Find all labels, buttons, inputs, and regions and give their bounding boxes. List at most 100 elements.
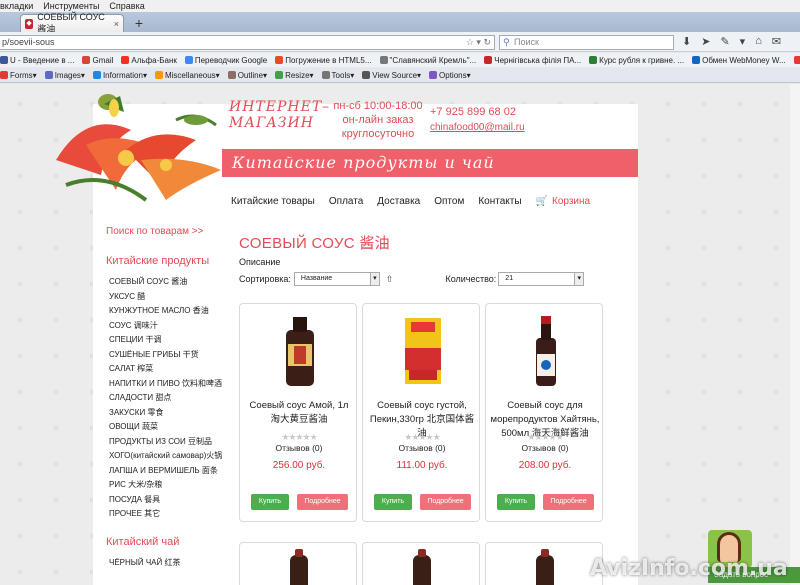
bookmark-item[interactable]: Курс рубля к гривне. ...	[589, 56, 684, 65]
email-link[interactable]: chinafood00@mail.ru	[430, 122, 525, 133]
sidebar-search-link[interactable]: Поиск по товарам >>	[106, 226, 231, 237]
rating-stars: ★★★★★	[404, 432, 440, 442]
bookmark-item[interactable]: Погружение в HTML5...	[275, 55, 372, 65]
tools-icon[interactable]: ✎	[720, 35, 729, 48]
toolbar-menu[interactable]: Information▾	[92, 70, 147, 80]
bookmark-item[interactable]: Альфа-Банк	[121, 56, 177, 65]
sort-select[interactable]: Название ▾	[293, 272, 380, 286]
sidebar-category-link[interactable]: СОУС 调味汁	[109, 319, 231, 334]
sidebar-category-link[interactable]: ПРОЧЕЕ 其它	[109, 507, 231, 522]
reload-icon[interactable]: ☆ ▾ ↻	[466, 36, 491, 49]
product-price: 111.00 руб.	[396, 460, 448, 471]
bookmark-item[interactable]: "Славянский Кремль"...	[379, 56, 476, 65]
nav-chinese-goods[interactable]: Китайские товары	[231, 196, 315, 207]
bookmark-label: Чернігівська філія ПА...	[494, 55, 582, 65]
sidebar-category-link[interactable]: СЛАДОСТИ 甜点	[109, 391, 231, 406]
sidebar-category-link[interactable]: СПЕЦИИ 干调	[109, 333, 231, 348]
buy-button[interactable]: Купить	[497, 494, 535, 510]
bookmark-label: Погружение в HTML5...	[285, 55, 372, 65]
bookmark-favicon-icon	[275, 56, 284, 64]
flower-logo-icon	[56, 94, 221, 202]
nav-contacts[interactable]: Контакты	[478, 196, 521, 207]
toolbar-menu[interactable]: Options▾	[429, 71, 471, 80]
cart-link[interactable]: 🛒 Корзина	[536, 196, 591, 207]
bookmark-item[interactable]: Артроз коленных сус...	[793, 56, 800, 65]
hours-line3: круглосуточно	[341, 128, 415, 140]
sidebar-tea-list: ЧЁРНЫЙ ЧАЙ 红茶	[106, 556, 231, 571]
menu-tabs[interactable]: вкладки	[0, 1, 33, 11]
sidebar-category-link[interactable]: СУШЁНЫЕ ГРИБЫ 干货	[109, 348, 231, 363]
reviews-count[interactable]: Отзывов (0)	[486, 443, 604, 453]
scrollbar[interactable]	[790, 84, 800, 585]
toolbar-icon	[362, 71, 371, 79]
sidebar-category-link[interactable]: ХОГО(китайский самовар)火锅	[109, 449, 231, 464]
sync-icon[interactable]: ✉	[772, 35, 781, 48]
toolbar-label: Miscellaneous▾	[164, 70, 220, 80]
sidebar-category-link[interactable]: ЗАКУСКИ 零食	[109, 406, 231, 421]
toolbar-menu[interactable]: Forms▾	[0, 71, 37, 80]
reviews-count[interactable]: Отзывов (0)	[240, 443, 358, 453]
sort-direction-icon[interactable]: ⇧	[386, 274, 394, 285]
toolbar-menu[interactable]: Resize▾	[275, 71, 314, 80]
sidebar-category-link[interactable]: ЛАПША И ВЕРМИШЕЛЬ 面条	[109, 464, 231, 479]
sidebar-category-link[interactable]: ПРОДУКТЫ ИЗ СОИ 豆制品	[109, 435, 231, 450]
send-icon[interactable]: ➤	[701, 35, 710, 48]
bookmark-item[interactable]: Переводчик Google	[184, 55, 268, 65]
search-input[interactable]: ⚲ Поиск	[499, 35, 674, 50]
details-button[interactable]: Подробнее	[543, 494, 594, 510]
url-bar[interactable]: p/soevii-sous ☆ ▾ ↻	[0, 35, 495, 50]
details-button[interactable]: Подробнее	[420, 494, 471, 510]
nav-wholesale[interactable]: Оптом	[434, 196, 464, 207]
menu-tools[interactable]: Инструменты	[43, 1, 99, 11]
description-link[interactable]: Описание	[239, 257, 280, 267]
download-icon[interactable]: ⬇	[682, 35, 691, 48]
close-tab-icon[interactable]: ×	[114, 19, 119, 29]
sidebar-tea-link[interactable]: ЧЁРНЫЙ ЧАЙ 红茶	[109, 556, 231, 571]
sidebar-category-link[interactable]: ПОСУДА 餐具	[109, 493, 231, 508]
sidebar-category-link[interactable]: ОВОЩИ 蔬菜	[109, 420, 231, 435]
hours-line1: пн-сб 10:00-18:00	[333, 100, 423, 112]
opening-hours: пн-сб 10:00-18:00 он-лайн заказ круглосу…	[333, 99, 423, 141]
sidebar-category-link[interactable]: КУНЖУТНОЕ МАСЛО 香油	[109, 304, 231, 319]
buy-button[interactable]: Купить	[374, 494, 412, 510]
bookmark-favicon-icon	[121, 56, 130, 64]
toolbar-menu[interactable]: View Source▾	[362, 71, 421, 80]
reviews-count[interactable]: Отзывов (0)	[363, 443, 481, 453]
sidebar-category-link[interactable]: СОЕВЫЙ СОУС 酱油	[109, 275, 231, 290]
tab-strip: ◆ СОЕВЫЙ СОУС 酱油 × +	[0, 12, 800, 34]
toolbar-menu[interactable]: Tools▾	[321, 71, 354, 80]
sidebar-category-link[interactable]: УКСУС 醋	[109, 290, 231, 305]
menu-help[interactable]: Справка	[109, 1, 144, 11]
product-card: Соевый соус для морепродуктов Хайтянь, 5…	[485, 303, 603, 522]
bookmark-item[interactable]: U - Введение в ...	[0, 56, 74, 65]
sidebar-category-link[interactable]: НАПИТКИ И ПИВО 饮料和啤酒	[109, 377, 231, 392]
product-name[interactable]: Соевый соус Амой, 1л 淘大黄豆酱油	[244, 399, 354, 427]
toolbar-label: Images▾	[54, 70, 85, 80]
bookmark-label: Переводчик Google	[194, 55, 268, 65]
toolbar-menu[interactable]: Outline▾	[227, 71, 267, 80]
toolbar-label: Information▾	[102, 70, 147, 80]
nav-delivery[interactable]: Доставка	[377, 196, 420, 207]
sidebar-category-link[interactable]: РИС 大米/杂粮	[109, 478, 231, 493]
bookmark-item[interactable]: Gmail	[82, 56, 113, 65]
home-icon[interactable]: ⌂	[755, 35, 762, 48]
product-card: Соевый соус густой, Пекин,330гр 北京国体酱油 ★…	[362, 303, 480, 522]
toolbar-menu[interactable]: Images▾	[44, 70, 85, 80]
details-button[interactable]: Подробнее	[297, 494, 348, 510]
sidebar-product-list: СОЕВЫЙ СОУС 酱油 УКСУС 醋 КУНЖУТНОЕ МАСЛО 香油 С…	[106, 275, 231, 522]
product-card	[239, 542, 357, 585]
rating-stars: ★★★★★	[527, 432, 563, 442]
buy-button[interactable]: Купить	[251, 494, 289, 510]
dropdown-icon[interactable]: ▾	[740, 35, 746, 48]
sidebar-category-link[interactable]: САЛАТ 榨菜	[109, 362, 231, 377]
bookmark-favicon-icon	[184, 56, 193, 64]
quantity-select[interactable]: 21 ▾	[498, 272, 585, 286]
quantity-label: Количество:	[445, 274, 497, 284]
bookmark-item[interactable]: Чернігівська філія ПА...	[484, 56, 581, 65]
browser-tab[interactable]: ◆ СОЕВЫЙ СОУС 酱油 ×	[20, 12, 124, 34]
navigation-bar: p/soevii-sous ☆ ▾ ↻ ⚲ Поиск ⬇ ➤ ✎ ▾ ⌂ ✉	[0, 32, 800, 52]
toolbar-menu[interactable]: Miscellaneous▾	[154, 70, 220, 80]
new-tab-button[interactable]: +	[130, 14, 148, 32]
bookmark-item[interactable]: Обмен WebMoney W...	[692, 56, 786, 65]
nav-payment[interactable]: Оплата	[329, 196, 363, 207]
